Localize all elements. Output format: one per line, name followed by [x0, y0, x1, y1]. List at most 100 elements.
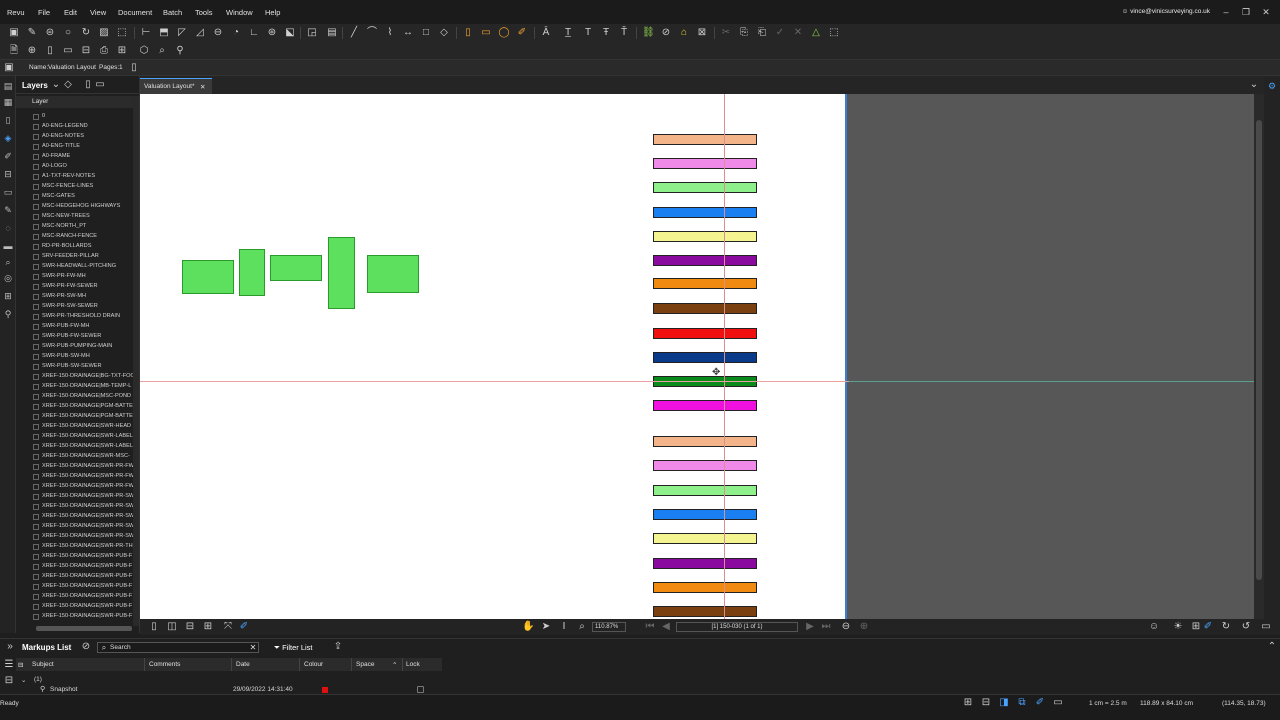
delete-icon[interactable]: ✕: [792, 27, 804, 39]
layer-row[interactable]: XREF-150-DRAINAGE|SWR-PR-SW: [16, 532, 139, 542]
layer-visibility-checkbox[interactable]: [33, 384, 39, 390]
search-panel-icon[interactable]: ⌕: [2, 256, 14, 268]
layers-vertical-scrollbar[interactable]: [133, 96, 139, 626]
layer-row[interactable]: SWR-PR-THRESHOLD DRAIN: [16, 312, 139, 322]
signatures-icon[interactable]: ▬: [2, 240, 14, 252]
settings-icon[interactable]: ⚙: [1266, 80, 1278, 92]
zoom-level-field[interactable]: 110.87%: [592, 622, 626, 632]
layer-visibility-checkbox[interactable]: [33, 594, 39, 600]
layer-row[interactable]: RD-PR-BOLLARDS: [16, 242, 139, 252]
layer-visibility-checkbox[interactable]: [33, 554, 39, 560]
layer-add-icon[interactable]: ▭: [94, 79, 106, 91]
layer-visibility-checkbox[interactable]: [33, 264, 39, 270]
3d-icon[interactable]: ⬡: [138, 45, 150, 57]
markups-icon[interactable]: ✐: [2, 150, 14, 162]
layer-visibility-checkbox[interactable]: [33, 114, 39, 120]
legend-bar[interactable]: [653, 533, 757, 544]
layer-row[interactable]: XREF-150-DRAINAGE|SWR-PR-FW: [16, 462, 139, 472]
measure-icon[interactable]: ✎: [2, 204, 14, 216]
column-comments[interactable]: Comments: [149, 661, 180, 668]
dimension-icon[interactable]: ⊢: [140, 27, 152, 39]
sync-icon[interactable]: ⤧: [222, 621, 234, 633]
layer-visibility-checkbox[interactable]: [33, 194, 39, 200]
close-tab-icon[interactable]: ✕: [200, 83, 205, 91]
layer-row[interactable]: XREF-150-DRAINAGE|SWR-PR-FW: [16, 482, 139, 492]
layer-visibility-checkbox[interactable]: [33, 144, 39, 150]
text-select-icon[interactable]: Ⅰ: [558, 621, 570, 633]
layer-row[interactable]: MSC-NORTH_PT: [16, 222, 139, 232]
layer-visibility-checkbox[interactable]: [33, 374, 39, 380]
minimize-button[interactable]: –: [1220, 7, 1232, 17]
layer-row[interactable]: XREF-150-DRAINAGE|SWR-LABEL: [16, 442, 139, 452]
reuse-markup-icon[interactable]: ⧉: [1016, 697, 1028, 709]
highlight-pen-icon[interactable]: ✐: [516, 27, 528, 39]
layer-row[interactable]: XREF-150-DRAINAGE|SWR-PR-SW: [16, 502, 139, 512]
layer-row[interactable]: A0-LOGO: [16, 162, 139, 172]
layer-row[interactable]: XREF-150-DRAINAGE|SWR-PR-SW: [16, 492, 139, 502]
first-page-icon[interactable]: ⏮: [644, 621, 656, 633]
tile-icon[interactable]: ⊞: [202, 621, 214, 633]
layer-row[interactable]: A0-FRAME: [16, 152, 139, 162]
layer-visibility-checkbox[interactable]: [33, 424, 39, 430]
volume-icon[interactable]: ⬕: [284, 27, 296, 39]
layer-visibility-checkbox[interactable]: [33, 394, 39, 400]
stamp-icon[interactable]: ⊜: [44, 27, 56, 39]
snap-markup-icon[interactable]: ◨: [998, 697, 1010, 709]
search-icon[interactable]: ⌕: [156, 45, 168, 57]
measure-status-icon[interactable]: ▭: [1052, 697, 1064, 709]
bookmarks-icon[interactable]: ▯: [2, 114, 14, 126]
layer-visibility-checkbox[interactable]: [33, 574, 39, 580]
layer-visibility-checkbox[interactable]: [33, 134, 39, 140]
radius-icon[interactable]: ◔: [230, 27, 242, 39]
layer-visibility-checkbox[interactable]: [33, 584, 39, 590]
layer-row[interactable]: XREF-150-DRAINAGE|PGM-BATTE: [16, 402, 139, 412]
tab-valuation-layout[interactable]: Valuation Layout* ✕: [140, 78, 212, 94]
layer-visibility-checkbox[interactable]: [33, 214, 39, 220]
drawing-page[interactable]: [140, 94, 847, 619]
layer-visibility-checkbox[interactable]: [33, 184, 39, 190]
legend-bar[interactable]: [653, 303, 757, 314]
close-window-button[interactable]: ✕: [1260, 7, 1272, 17]
layer-row[interactable]: XREF-150-DRAINAGE|SWR-PUB-F: [16, 582, 139, 592]
column-colour[interactable]: Colour: [304, 661, 323, 668]
legend-bar[interactable]: [653, 509, 757, 520]
legend-bar[interactable]: [653, 606, 757, 617]
layer-row[interactable]: XREF-150-DRAINAGE|SWR-HEAD: [16, 422, 139, 432]
layer-row[interactable]: SWR-HEADWALL-PITCHING: [16, 262, 139, 272]
zoom-icon[interactable]: ⌕: [576, 621, 588, 633]
tabs-dropdown-icon[interactable]: ⌄: [1248, 79, 1260, 91]
split-vertical-icon[interactable]: ◫: [166, 621, 178, 633]
layer-row[interactable]: SWR-PR-FW-SEWER: [16, 282, 139, 292]
select-tool-icon[interactable]: ➤: [540, 621, 552, 633]
layer-visibility-checkbox[interactable]: [33, 354, 39, 360]
layer-row[interactable]: 0: [16, 112, 139, 122]
layer-visibility-checkbox[interactable]: [33, 404, 39, 410]
column-date[interactable]: Date: [236, 661, 250, 668]
layer-visibility-checkbox[interactable]: [33, 334, 39, 340]
column-lock[interactable]: Lock: [406, 661, 420, 668]
menu-view[interactable]: View: [90, 8, 106, 17]
legend-bar[interactable]: [653, 485, 757, 496]
layer-row[interactable]: XREF-150-DRAINAGE|MSC-POND: [16, 392, 139, 402]
legend-bar[interactable]: [653, 158, 757, 169]
polygon-icon[interactable]: ◿: [194, 27, 206, 39]
legend-bar[interactable]: [653, 182, 757, 193]
layer-row[interactable]: MSC-RANCH-FENCE: [16, 232, 139, 242]
export-icon[interactable]: ⊞: [116, 45, 128, 57]
layer-row[interactable]: SWR-PUB-SW-MH: [16, 352, 139, 362]
layer-visibility-checkbox[interactable]: [33, 344, 39, 350]
layer-visibility-checkbox[interactable]: [33, 604, 39, 610]
text-strike-icon[interactable]: Ŧ: [600, 27, 612, 39]
layer-visibility-checkbox[interactable]: [33, 524, 39, 530]
layer-row[interactable]: MSC-GATES: [16, 192, 139, 202]
layer-visibility-checkbox[interactable]: [33, 204, 39, 210]
brightness-icon[interactable]: ☀: [1172, 621, 1184, 633]
pen-icon[interactable]: ✎: [26, 27, 38, 39]
layer-row[interactable]: SWR-PR-SW-SEWER: [16, 302, 139, 312]
redo-shape-icon[interactable]: ↻: [80, 27, 92, 39]
properties-icon[interactable]: ▭: [2, 186, 14, 198]
menu-help[interactable]: Help: [265, 8, 280, 17]
layer-row[interactable]: XREF-150-DRAINAGE|SWR-MSC-: [16, 452, 139, 462]
studio-icon[interactable]: ◎: [2, 272, 14, 284]
reuse-icon[interactable]: ⊞: [1190, 621, 1202, 633]
